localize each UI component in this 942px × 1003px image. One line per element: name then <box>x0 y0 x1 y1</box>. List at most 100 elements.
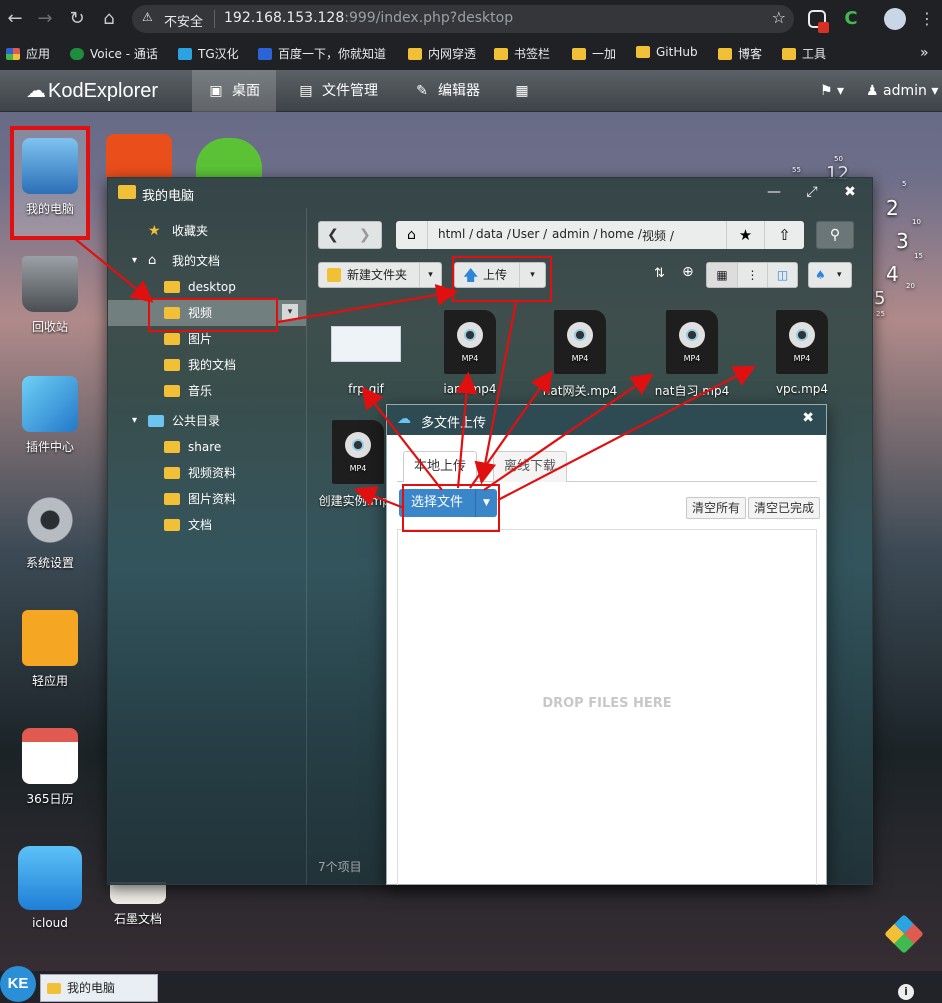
bookmark-apps[interactable]: 应用 <box>6 45 50 61</box>
clock-number: 4 <box>886 262 899 286</box>
file-item[interactable]: MP4 nat网关.mp4 <box>532 310 628 399</box>
annotation-box <box>148 298 278 332</box>
back-arrow-icon[interactable]: ❮ <box>327 222 339 248</box>
desktop-icon-settings[interactable]: 系统设置 <box>12 492 88 571</box>
close-icon[interactable]: ✖ <box>840 182 860 202</box>
up-folder-icon[interactable]: ⇧ <box>764 221 804 249</box>
zoom-icon[interactable]: ⊕ <box>682 264 694 280</box>
new-folder-button[interactable]: 新建文件夹 ▾ <box>318 262 442 288</box>
user-menu[interactable]: ♟ admin ▾ <box>866 70 938 112</box>
bookmark-baidu[interactable]: 百度一下，你就知道 <box>258 45 386 61</box>
file-item[interactable]: MP4 vpc.mp4 <box>754 310 850 396</box>
search-icon[interactable]: ⚲ <box>816 221 854 249</box>
tab-apps-grid[interactable]: ▦ <box>498 70 554 112</box>
taskbar-item-my-computer[interactable]: 我的电脑 <box>40 974 158 1002</box>
tree-item-favorites[interactable]: ★ 收藏夹 <box>108 218 306 244</box>
sort-icon[interactable]: ⇅ <box>654 266 665 281</box>
desktop-icon-calendar[interactable]: 365日历 <box>12 728 88 807</box>
tree-item-video-materials[interactable]: 视频资料 <box>108 460 306 486</box>
app-logo[interactable]: ☁ KodExplorer <box>26 78 158 103</box>
tab-offline-download[interactable]: 离线下载 <box>493 451 568 482</box>
tree-item-picture-materials[interactable]: 图片资料 <box>108 486 306 512</box>
breadcrumb-item[interactable]: 视频 / <box>642 227 674 244</box>
split-view-icon[interactable]: ◫ <box>767 263 797 287</box>
tree-item-docs[interactable]: 文档 <box>108 512 306 538</box>
breadcrumb-item[interactable]: data / <box>476 227 511 241</box>
bookmark-folder[interactable]: 内网穿透 <box>408 45 476 61</box>
forward-icon[interactable]: → <box>34 8 56 30</box>
breadcrumb-item[interactable]: html / <box>438 227 473 241</box>
extension-badge-icon <box>818 22 829 33</box>
dropdown-icon[interactable]: ▾ <box>419 263 441 287</box>
bookmark-folder[interactable]: 一加 <box>572 45 616 61</box>
browser-toolbar: ← → ↻ ⌂ ⚠ 不安全 192.168.153.128:999/index.… <box>0 0 942 38</box>
c-extension-icon[interactable]: C <box>840 8 862 30</box>
language-flag-icon[interactable]: ⚑ ▾ <box>820 70 844 112</box>
annotation-box <box>452 256 552 302</box>
home-icon[interactable]: ⌂ <box>396 221 428 249</box>
grid-view-icon[interactable]: ▦ <box>707 263 737 287</box>
desktop-icon-recycle-bin[interactable]: 回收站 <box>12 256 88 335</box>
home-icon[interactable]: ⌂ <box>98 8 120 30</box>
bookmark-folder[interactable]: 博客 <box>718 45 762 61</box>
monitor-icon: ▣ <box>209 83 223 99</box>
office-app-icon[interactable] <box>106 134 172 178</box>
forward-arrow-icon[interactable]: ❯ <box>359 222 371 248</box>
clear-all-button[interactable]: 清空所有 <box>686 497 747 519</box>
info-icon[interactable]: i <box>898 984 914 1000</box>
bookmark-folder[interactable]: 工具 <box>782 45 826 61</box>
menu-icon[interactable]: ⋮ <box>916 8 938 30</box>
tree-item-public[interactable]: ▾ 公共目录 <box>108 408 306 434</box>
profile-avatar[interactable] <box>884 8 906 30</box>
file-item[interactable]: MP4 iam.mp4 <box>422 310 518 396</box>
file-item[interactable]: MP4 nat自习.mp4 <box>644 310 740 399</box>
dialog-titlebar[interactable]: ☁ 多文件上传 ✖ <box>387 405 826 435</box>
dropdown-icon[interactable]: ▾ <box>282 304 298 320</box>
bookmark-star-icon[interactable]: ☆ <box>772 8 786 27</box>
desktop-icon-icloud[interactable]: icloud <box>12 846 88 930</box>
wechat-app-icon[interactable] <box>196 138 262 178</box>
tab-editor[interactable]: ✎ 编辑器 <box>398 70 496 112</box>
public-folder-icon <box>148 415 164 427</box>
tree-item-documents[interactable]: 我的文档 <box>108 352 306 378</box>
theme-menu[interactable]: ♠ ▾ <box>808 262 852 288</box>
pinwheel-icon[interactable] <box>884 914 924 954</box>
upload-dialog: ☁ 多文件上传 ✖ 本地上传 离线下载 选择文件 ▼ 清空所有 清空已完成 DR… <box>386 404 827 885</box>
tree-item-desktop[interactable]: desktop <box>108 274 306 300</box>
mp4-file-icon: MP4 <box>444 310 496 374</box>
desktop-icon-plugin-center[interactable]: 插件中心 <box>12 376 88 455</box>
clear-completed-button[interactable]: 清空已完成 <box>748 497 821 519</box>
reload-icon[interactable]: ↻ <box>66 8 88 30</box>
tree-item-share[interactable]: share <box>108 434 306 460</box>
bookmark-voice[interactable]: Voice - 通话 <box>70 45 158 61</box>
drop-zone[interactable]: DROP FILES HERE <box>397 529 817 885</box>
start-button[interactable]: KE <box>0 966 36 1002</box>
desktop-icon-light-apps[interactable]: 轻应用 <box>12 610 88 689</box>
back-icon[interactable]: ← <box>4 8 26 30</box>
address-bar[interactable]: ⚠ 不安全 192.168.153.128:999/index.php?desk… <box>132 5 794 33</box>
tree-item-music[interactable]: 音乐 <box>108 378 306 404</box>
bookmark-tg[interactable]: TG汉化 <box>178 45 239 61</box>
close-icon[interactable]: ✖ <box>802 410 814 426</box>
file-item[interactable]: frp.gif <box>318 326 414 396</box>
folder-icon <box>408 48 422 60</box>
breadcrumb-item[interactable]: home / <box>600 227 642 241</box>
pane-splitter[interactable] <box>306 208 307 884</box>
bookmark-folder[interactable]: 书签栏 <box>494 45 550 61</box>
tab-desktop[interactable]: ▣ 桌面 <box>192 70 276 112</box>
tree-item-my-docs[interactable]: ▾ ⌂ 我的文档 <box>108 248 306 274</box>
tab-local-upload[interactable]: 本地上传 <box>403 451 478 482</box>
window-titlebar[interactable]: 我的电脑 — ⤢ ✖ <box>108 178 872 208</box>
maximize-icon[interactable]: ⤢ <box>802 182 822 202</box>
list-view-icon[interactable]: ⋮ <box>737 263 767 287</box>
breadcrumb-item[interactable]: admin / <box>552 227 597 241</box>
breadcrumb-item[interactable]: User / <box>512 227 547 241</box>
minimize-icon[interactable]: — <box>764 182 784 202</box>
folder-icon <box>47 983 61 994</box>
more-bookmarks-icon[interactable]: » <box>920 45 929 61</box>
star-icon[interactable]: ★ <box>726 221 764 249</box>
desktop-icon-shimo-docs[interactable]: 石墨文档 <box>100 882 176 927</box>
bookmark-folder[interactable]: GitHub <box>636 45 698 61</box>
folder-icon <box>164 441 180 453</box>
tab-file-manager[interactable]: ▤ 文件管理 <box>282 70 394 112</box>
